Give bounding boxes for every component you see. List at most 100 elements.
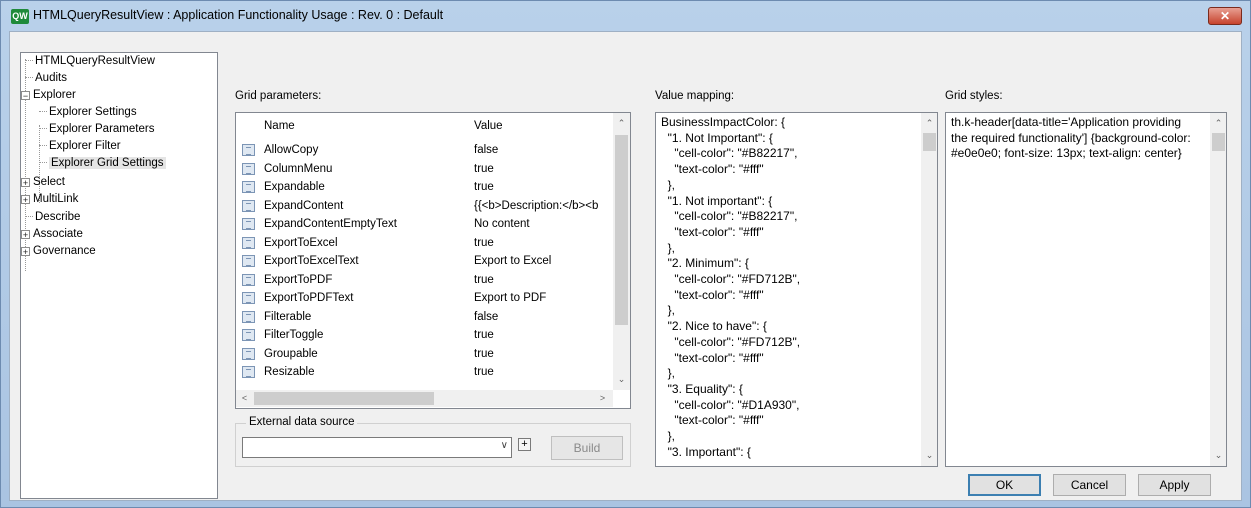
property-name: AllowCopy <box>264 144 319 156</box>
horizontal-scrollbar[interactable]: < > <box>236 390 613 407</box>
scroll-down-icon[interactable]: ⌄ <box>921 447 937 464</box>
tree-item-label: Explorer Filter <box>49 140 121 152</box>
grid-styles-textarea[interactable]: th.k-header[data-title='Application prov… <box>945 112 1227 467</box>
tree-item-associate[interactable]: Associate <box>33 226 83 243</box>
scroll-thumb[interactable] <box>923 133 936 151</box>
property-value[interactable]: false <box>474 141 620 160</box>
scroll-down-icon[interactable]: ⌄ <box>613 371 630 388</box>
grid-parameters-table[interactable]: Name Value AllowCopy false ColumnMenu true E… <box>235 112 631 409</box>
expand-toggle-icon[interactable]: + <box>21 247 30 257</box>
tree-item-select[interactable]: Select <box>33 174 65 191</box>
property-icon <box>242 236 255 249</box>
tree-item-explorer-filter[interactable]: Explorer Filter <box>39 138 121 155</box>
table-row[interactable]: Groupable true <box>236 345 622 364</box>
table-row[interactable]: AllowCopy false <box>236 141 622 160</box>
apply-button[interactable]: Apply <box>1138 474 1211 496</box>
tree-item-explorer-grid-settings[interactable]: Explorer Grid Settings <box>39 155 166 172</box>
scroll-down-icon[interactable]: ⌄ <box>1210 447 1226 464</box>
scroll-up-icon[interactable]: ⌃ <box>921 115 937 132</box>
value-mapping-label: Value mapping: <box>655 90 735 102</box>
table-row[interactable]: FilterToggle true <box>236 326 622 345</box>
tree-item-htmlqueryresultview[interactable]: HTMLQueryResultView <box>25 53 155 70</box>
property-value[interactable]: true <box>474 178 620 197</box>
collapse-toggle-icon[interactable]: − <box>21 91 30 101</box>
table-row[interactable]: ExportToPDFText Export to PDF <box>236 289 622 308</box>
column-header-value[interactable]: Value <box>474 113 503 139</box>
table-row[interactable]: ExportToExcel true <box>236 234 622 253</box>
tree-item-label: Governance <box>33 245 96 257</box>
vertical-scrollbar[interactable]: ⌃ ⌄ <box>1210 113 1226 466</box>
scroll-thumb[interactable] <box>254 392 434 405</box>
property-name: ExportToExcelText <box>264 255 359 267</box>
property-value[interactable]: true <box>474 160 620 179</box>
property-value[interactable]: Export to Excel <box>474 252 620 271</box>
property-icon <box>242 181 255 193</box>
settings-tree: HTMLQueryResultView Audits − Explorer Ex… <box>20 52 218 499</box>
property-icon <box>242 292 255 304</box>
build-button[interactable]: Build <box>551 436 623 460</box>
scroll-right-icon[interactable]: > <box>594 390 611 407</box>
chevron-down-icon[interactable]: ∨ <box>501 440 508 451</box>
tree-item-explorer-settings[interactable]: Explorer Settings <box>39 104 137 121</box>
table-row[interactable]: Filterable false <box>236 308 622 327</box>
property-value[interactable]: No content <box>474 215 620 234</box>
cancel-button[interactable]: Cancel <box>1053 474 1126 496</box>
scroll-thumb[interactable] <box>615 135 628 325</box>
property-value[interactable]: Export to PDF <box>474 289 620 308</box>
vertical-scrollbar[interactable]: ⌃ ⌄ <box>921 113 937 466</box>
column-header-name[interactable]: Name <box>264 113 295 139</box>
tree-item-label: Select <box>33 176 65 188</box>
property-name: ColumnMenu <box>264 162 333 175</box>
table-row[interactable]: ExportToExcelText Export to Excel <box>236 252 622 271</box>
property-icon <box>242 218 255 230</box>
property-value[interactable]: false <box>474 308 620 327</box>
tree-item-governance[interactable]: Governance <box>33 243 96 260</box>
expand-toggle-icon[interactable]: + <box>21 178 30 188</box>
property-value[interactable]: true <box>474 363 620 382</box>
tree-item-describe[interactable]: Describe <box>25 209 80 226</box>
external-data-source-label: External data source <box>246 416 358 428</box>
tree-item-label: HTMLQueryResultView <box>35 55 155 67</box>
close-button[interactable]: ✕ <box>1208 7 1242 25</box>
value-mapping-textarea[interactable]: BusinessImpactColor: { "1. Not Important… <box>655 112 938 467</box>
property-value[interactable]: {{<b>Description:</b><b <box>474 197 620 216</box>
scroll-thumb[interactable] <box>1212 133 1225 151</box>
tree-item-label: Audits <box>35 72 67 84</box>
property-value[interactable]: true <box>474 326 620 345</box>
tree-item-multilink[interactable]: MultiLink <box>33 191 78 208</box>
tree-item-label: Explorer Parameters <box>49 123 155 135</box>
tree-item-label: Associate <box>33 228 83 240</box>
property-icon <box>242 310 255 323</box>
add-source-button[interactable]: + <box>518 438 531 451</box>
tree-item-label: Explorer Grid Settings <box>49 157 166 169</box>
grid-styles-label: Grid styles: <box>945 90 1003 102</box>
property-value[interactable]: true <box>474 271 620 290</box>
expand-toggle-icon[interactable]: + <box>21 195 30 205</box>
vertical-scrollbar[interactable]: ⌃ ⌄ <box>613 113 630 390</box>
tree-item-explorer[interactable]: Explorer <box>33 87 76 104</box>
expand-toggle-icon[interactable]: + <box>21 230 30 240</box>
ok-button[interactable]: OK <box>968 474 1041 496</box>
property-icon <box>242 144 255 156</box>
table-row[interactable]: ColumnMenu true <box>236 160 622 179</box>
table-row[interactable]: ExportToPDF true <box>236 271 622 290</box>
table-row[interactable]: ExpandContent {{<b>Description:</b><b <box>236 197 622 216</box>
tree-item-label: MultiLink <box>33 193 79 205</box>
title-bar[interactable]: QW HTMLQueryResultView : Application Fun… <box>1 1 1250 31</box>
external-data-source-select[interactable]: ∨ <box>242 437 512 458</box>
table-row[interactable]: ExpandContentEmptyText No content <box>236 215 622 234</box>
tree-item-explorer-parameters[interactable]: Explorer Parameters <box>39 121 154 138</box>
dialog-body: HTMLQueryResultView Audits − Explorer Ex… <box>9 31 1242 501</box>
table-row[interactable]: Resizable true <box>236 363 622 382</box>
property-value[interactable]: true <box>474 234 620 253</box>
tree-item-audits[interactable]: Audits <box>25 70 67 87</box>
table-row[interactable]: Expandable true <box>236 178 622 197</box>
scroll-left-icon[interactable]: < <box>236 390 253 407</box>
grid-parameters-label: Grid parameters: <box>235 90 322 102</box>
property-name: ExportToPDFText <box>264 292 354 304</box>
scroll-up-icon[interactable]: ⌃ <box>613 115 630 132</box>
value-mapping-text: BusinessImpactColor: { "1. Not Important… <box>661 115 801 459</box>
property-value[interactable]: true <box>474 345 620 364</box>
scroll-up-icon[interactable]: ⌃ <box>1210 115 1226 132</box>
property-icon <box>242 255 255 267</box>
